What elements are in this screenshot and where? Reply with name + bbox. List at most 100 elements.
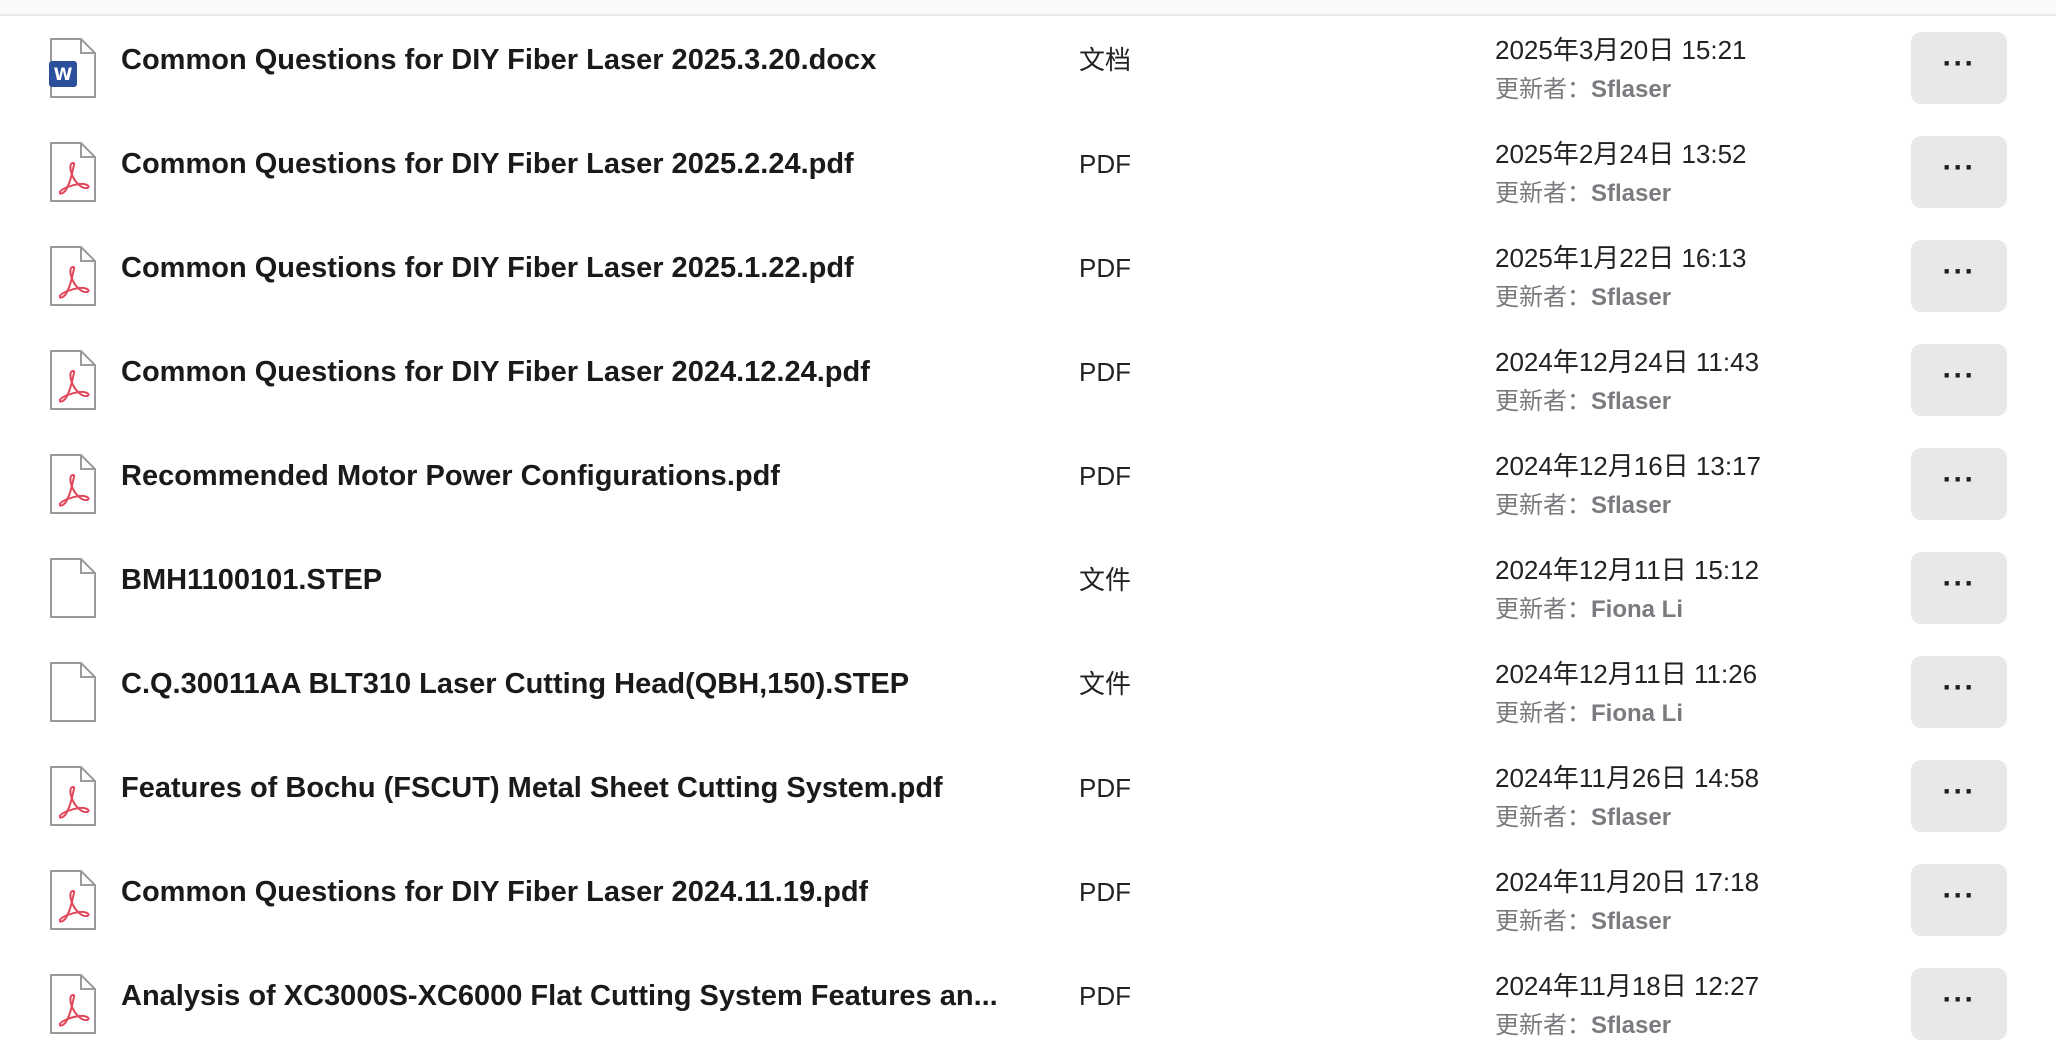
updated-by: 更新者：Sflaser (1495, 1005, 1671, 1040)
more-dots-icon: ··· (1942, 255, 1976, 288)
pdf-icon (49, 973, 97, 1035)
file-row[interactable]: Analysis of XC3000S-XC6000 Flat Cutting … (0, 944, 2056, 1048)
updated-by: 更新者：Fiona Li (1495, 589, 1683, 624)
updater-name: Sflaser (1591, 180, 1672, 207)
updated-by-label: 更新者： (1495, 76, 1591, 103)
file-type: PDF (1079, 981, 1131, 1011)
file-name[interactable]: Common Questions for DIY Fiber Laser 202… (121, 216, 854, 320)
file-name[interactable]: Common Questions for DIY Fiber Laser 202… (121, 8, 876, 112)
more-options-button[interactable]: ··· (1911, 968, 2007, 1040)
file-type: 文件 (1079, 565, 1132, 595)
file-name[interactable]: C.Q.30011AA BLT310 Laser Cutting Head(QB… (121, 632, 909, 736)
updated-by: 更新者：Sflaser (1495, 173, 1671, 208)
file-row[interactable]: Common Questions for DIY Fiber Laser 202… (0, 320, 2056, 424)
updated-by-label: 更新者： (1495, 908, 1591, 935)
more-dots-icon: ··· (1942, 775, 1976, 808)
updater-name: Sflaser (1591, 388, 1672, 415)
file-type: PDF (1079, 877, 1131, 907)
file-row[interactable]: Recommended Motor Power Configurations.p… (0, 424, 2056, 528)
file-type: PDF (1079, 773, 1131, 803)
updated-by: 更新者：Sflaser (1495, 901, 1671, 936)
svg-text:W: W (54, 65, 73, 85)
more-dots-icon: ··· (1942, 47, 1976, 80)
modified-date: 2024年12月24日 11:43 (1495, 347, 1760, 377)
file-name[interactable]: Analysis of XC3000S-XC6000 Flat Cutting … (121, 944, 998, 1048)
updater-name: Fiona Li (1591, 700, 1683, 727)
more-dots-icon: ··· (1942, 983, 1976, 1016)
more-options-button[interactable]: ··· (1911, 240, 2007, 312)
pdf-icon (49, 453, 97, 515)
updated-by-label: 更新者： (1495, 804, 1591, 831)
more-options-button[interactable]: ··· (1911, 760, 2007, 832)
more-dots-icon: ··· (1942, 359, 1976, 392)
updater-name: Sflaser (1591, 1012, 1672, 1039)
more-dots-icon: ··· (1942, 463, 1976, 496)
file-type: 文件 (1079, 669, 1132, 699)
pdf-icon (49, 245, 97, 307)
updated-by-label: 更新者： (1495, 284, 1591, 311)
updated-by: 更新者：Fiona Li (1495, 693, 1683, 728)
file-name[interactable]: BMH1100101.STEP (121, 528, 382, 632)
file-type: PDF (1079, 461, 1131, 491)
file-name[interactable]: Features of Bochu (FSCUT) Metal Sheet Cu… (121, 736, 943, 840)
file-row[interactable]: Features of Bochu (FSCUT) Metal Sheet Cu… (0, 736, 2056, 840)
file-row[interactable]: Common Questions for DIY Fiber Laser 202… (0, 840, 2056, 944)
file-row[interactable]: C.Q.30011AA BLT310 Laser Cutting Head(QB… (0, 632, 2056, 736)
more-dots-icon: ··· (1942, 151, 1976, 184)
more-dots-icon: ··· (1942, 567, 1976, 600)
modified-date: 2025年2月24日 13:52 (1495, 139, 1747, 169)
updater-name: Sflaser (1591, 908, 1672, 935)
more-options-button[interactable]: ··· (1911, 448, 2007, 520)
file-name[interactable]: Recommended Motor Power Configurations.p… (121, 424, 780, 528)
pdf-icon (49, 141, 97, 203)
file-row[interactable]: W Common Questions for DIY Fiber Laser 2… (0, 8, 2056, 112)
modified-date: 2024年12月11日 11:26 (1495, 659, 1758, 689)
pdf-icon (49, 765, 97, 827)
pdf-icon (49, 869, 97, 931)
generic-file-icon (49, 661, 97, 723)
more-options-button[interactable]: ··· (1911, 864, 2007, 936)
more-options-button[interactable]: ··· (1911, 552, 2007, 624)
updater-name: Sflaser (1591, 804, 1672, 831)
updated-by: 更新者：Sflaser (1495, 485, 1671, 520)
file-row[interactable]: Common Questions for DIY Fiber Laser 202… (0, 112, 2056, 216)
more-options-button[interactable]: ··· (1911, 136, 2007, 208)
pdf-icon (49, 349, 97, 411)
file-type: PDF (1079, 253, 1131, 283)
updated-by-label: 更新者： (1495, 492, 1591, 519)
more-options-button[interactable]: ··· (1911, 656, 2007, 728)
modified-date: 2024年11月20日 17:18 (1495, 867, 1760, 897)
updated-by: 更新者：Sflaser (1495, 277, 1671, 312)
modified-date: 2024年11月26日 14:58 (1495, 763, 1760, 793)
generic-file-icon (49, 557, 97, 619)
more-options-button[interactable]: ··· (1911, 344, 2007, 416)
modified-date: 2024年12月16日 13:17 (1495, 451, 1761, 481)
file-name[interactable]: Common Questions for DIY Fiber Laser 202… (121, 840, 868, 944)
modified-date: 2024年11月18日 12:27 (1495, 971, 1760, 1001)
file-row[interactable]: Common Questions for DIY Fiber Laser 202… (0, 216, 2056, 320)
updated-by-label: 更新者： (1495, 1012, 1591, 1039)
file-row[interactable]: BMH1100101.STEP 文件 2024年12月11日 15:12 更新者… (0, 528, 2056, 632)
updater-name: Sflaser (1591, 76, 1672, 103)
modified-date: 2025年3月20日 15:21 (1495, 35, 1747, 65)
updater-name: Fiona Li (1591, 596, 1683, 623)
file-name[interactable]: Common Questions for DIY Fiber Laser 202… (121, 320, 870, 424)
file-type: PDF (1079, 149, 1131, 179)
updater-name: Sflaser (1591, 492, 1672, 519)
updater-name: Sflaser (1591, 284, 1672, 311)
updated-by-label: 更新者： (1495, 596, 1591, 623)
more-dots-icon: ··· (1942, 671, 1976, 704)
updated-by: 更新者：Sflaser (1495, 381, 1671, 416)
updated-by-label: 更新者： (1495, 180, 1591, 207)
modified-date: 2024年12月11日 15:12 (1495, 555, 1760, 585)
updated-by: 更新者：Sflaser (1495, 797, 1671, 832)
more-options-button[interactable]: ··· (1911, 32, 2007, 104)
more-dots-icon: ··· (1942, 879, 1976, 912)
file-type: 文档 (1079, 45, 1132, 75)
updated-by-label: 更新者： (1495, 388, 1591, 415)
word-doc-icon: W (49, 37, 97, 99)
file-type: PDF (1079, 357, 1131, 387)
file-name[interactable]: Common Questions for DIY Fiber Laser 202… (121, 112, 854, 216)
modified-date: 2025年1月22日 16:13 (1495, 243, 1747, 273)
updated-by: 更新者：Sflaser (1495, 69, 1671, 104)
